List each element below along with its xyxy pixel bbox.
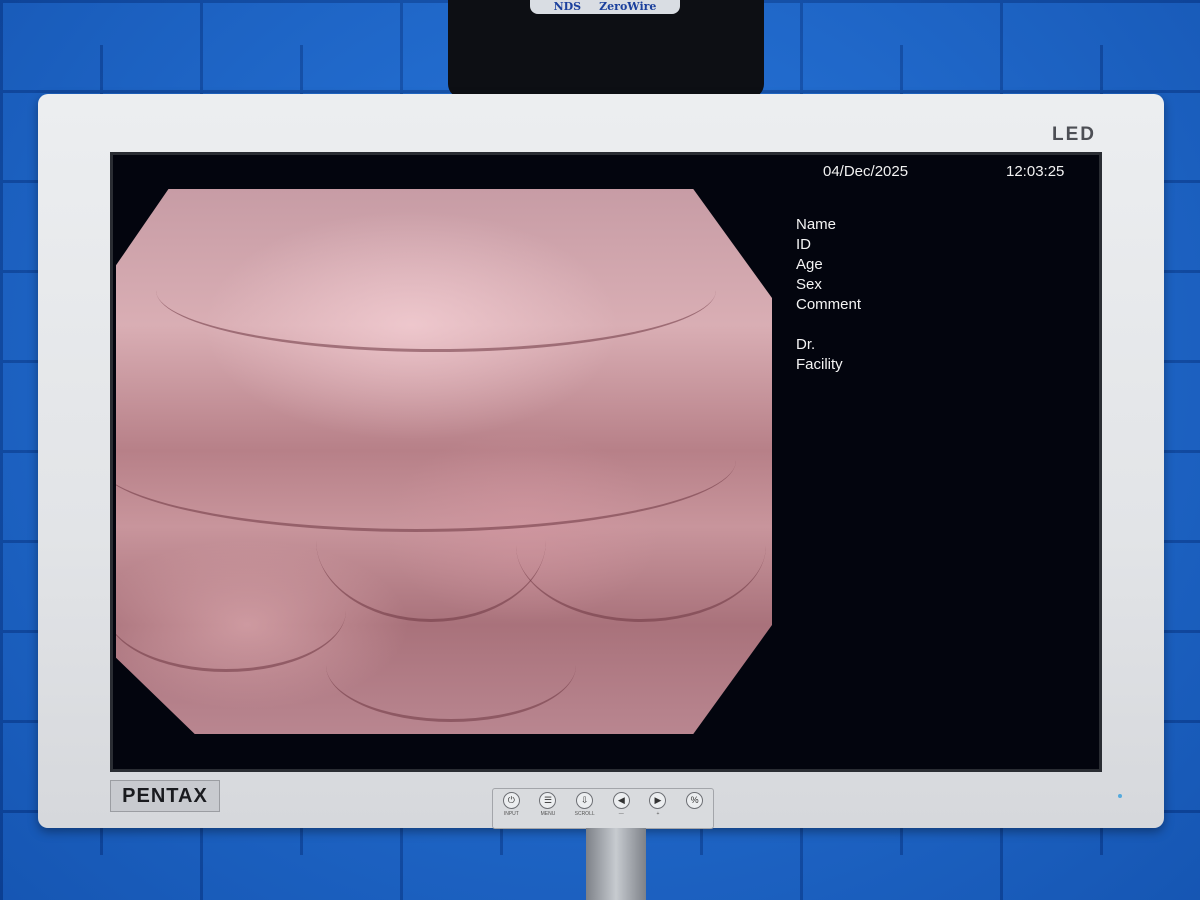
menu-label: MENU [540, 811, 556, 817]
front-control-panel: ⏻ INPUT ☰ MENU ⇩ SCROLL ◀ — ▶ + % [492, 788, 714, 829]
patient-name-label: Name [796, 216, 837, 233]
menu-icon: ☰ [539, 792, 557, 809]
patient-id-label: ID [796, 236, 811, 253]
plus-label: + [656, 811, 660, 817]
patient-sex-label: Sex [796, 276, 822, 293]
wireless-module-label: NDS ZeroWire [530, 0, 680, 14]
monitor-screen: 04/Dec/2025 12:03:25 Name ID Age Sex Com… [110, 152, 1102, 772]
doctor-label: Dr. [796, 336, 816, 353]
minus-label: — [618, 811, 624, 817]
mucosal-fold [326, 609, 576, 722]
mucosal-fold [516, 469, 766, 622]
patient-info-panel: Name ID Age Sex Comment Dr. Facility [796, 215, 861, 375]
left-button[interactable]: ◀ — [605, 792, 637, 817]
right-arrow-icon: ▶ [649, 792, 667, 809]
led-panel-label: LED [1052, 124, 1096, 145]
monitor-mount-bracket [448, 0, 764, 98]
power-indicator-icon [1118, 794, 1122, 798]
input-button[interactable]: ⏻ INPUT [495, 792, 527, 817]
left-arrow-icon: ◀ [612, 792, 630, 809]
facility-label: Facility [796, 356, 843, 373]
percent-icon: % [686, 792, 704, 809]
percent-button[interactable]: % [679, 792, 711, 811]
scroll-label: SCROLL [574, 811, 595, 817]
pentax-logo: PENTAX [110, 780, 220, 812]
right-button[interactable]: ▶ + [642, 792, 674, 817]
zerowire-logo: ZeroWire [599, 0, 657, 13]
scroll-icon: ⇩ [576, 792, 594, 809]
scroll-button[interactable]: ⇩ SCROLL [569, 792, 601, 817]
medical-monitor: LED 04/Dec/2025 12:03:25 Name ID Age Sex… [38, 94, 1164, 829]
mucosal-fold [116, 549, 346, 672]
patient-age-label: Age [796, 256, 823, 273]
input-icon: ⏻ [502, 792, 520, 809]
menu-button[interactable]: ☰ MENU [532, 792, 564, 817]
patient-comment-label: Comment [796, 296, 862, 313]
endoscopy-video-feed [116, 189, 772, 734]
mucosal-fold [156, 229, 716, 352]
input-label: INPUT [503, 811, 519, 817]
date-display: 04/Dec/2025 [823, 163, 909, 180]
monitor-stand [586, 828, 646, 900]
nds-logo: NDS [553, 0, 582, 13]
time-display: 12:03:25 [1006, 163, 1065, 180]
mucosal-fold [316, 459, 546, 622]
